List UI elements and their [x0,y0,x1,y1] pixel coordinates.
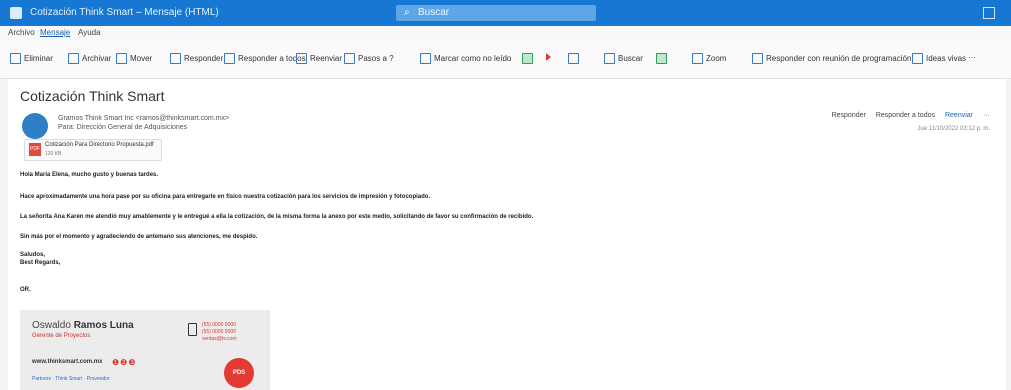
more-actions[interactable]: ··· [983,112,990,119]
signature-phone: (55) 0000 0000 [202,322,236,328]
signature-phone: (55) 0000 0000 [202,329,236,335]
partner-logos: Partners · Think Smart · Proveedor [32,376,110,382]
ribbon-more-button[interactable]: ··· [968,53,976,62]
search-placeholder: Buscar [418,7,450,18]
signature-name: Oswaldo Ramos Luna [32,320,134,331]
reply-all-icon [224,53,235,64]
mark-unread-button[interactable]: Marcar como no leído [420,53,511,64]
recipient-line: Para: Dirección General de Adquisiciones [58,124,188,131]
categorize-icon [522,53,533,64]
menu-mensaje[interactable]: Mensaje [40,28,70,37]
signature-card: Oswaldo Ramos Luna Gerente de Proyectos … [20,310,270,390]
signature-email: ventas@ts.com [202,336,237,342]
sender-avatar [22,113,48,139]
calendar-icon [752,53,763,64]
ellipsis-icon: ··· [968,53,976,62]
reply-icon [170,53,181,64]
search-icon: ⌕ [404,7,410,18]
sender-address[interactable]: Gramos Think Smart Inc <ramos@thinksmart… [58,115,229,122]
quick-steps-button[interactable]: Pasos a ? [344,53,394,64]
flag-button[interactable] [546,53,551,61]
categorize-button[interactable] [522,53,533,64]
find-button[interactable]: Buscar [604,53,643,64]
email-date: Jue 11/10/2022 03:12 p. m. [917,126,990,132]
window-control-button[interactable] [983,7,995,19]
reading-pane: Cotización Think Smart Gramos Think Smar… [8,79,1006,390]
more-icon [568,53,579,64]
signature-role: Gerente de Proyectos [32,333,91,339]
menu-bar: Archivo Mensaje Ayuda [0,26,1011,40]
move-button[interactable]: Mover [116,53,152,64]
more-options-button[interactable] [568,53,579,64]
search-icon [604,53,615,64]
ideas-icon [912,53,923,64]
reply-action[interactable]: Responder [832,112,866,119]
delete-button[interactable]: Eliminar [10,53,53,64]
menu-archivo[interactable]: Archivo [8,28,35,37]
body-paragraph: Sin más por el momento y agradeciendo de… [20,234,258,240]
translate-button[interactable] [656,53,667,64]
mail-icon [420,53,431,64]
body-paragraph: OR. [20,287,31,293]
email-subject: Cotización Think Smart [20,88,165,104]
phone-icon [188,323,197,336]
ribbon-toolbar: Eliminar Archivar Mover Responder Respon… [0,40,1011,79]
flag-icon [546,53,551,61]
trash-icon [10,53,21,64]
social-icons[interactable]: ❶❷❸ [112,358,137,367]
title-bar: Cotización Think Smart – Mensaje (HTML) … [0,0,1011,26]
message-actions: Responder Responder a todos Reenviar ··· [832,112,990,119]
ideas-button[interactable]: Ideas vivas [912,53,966,64]
signature-website[interactable]: www.thinksmart.com.mx [32,359,102,365]
body-paragraph: Best Regards, [20,260,61,266]
schedule-meeting-button[interactable]: Responder con reunión de programación [752,53,911,64]
window-title: Cotización Think Smart – Mensaje (HTML) [30,7,219,18]
company-badge: PDS [224,358,254,388]
attachment-size: 120 KB [45,151,62,157]
zoom-icon [692,53,703,64]
quick-steps-icon [344,53,355,64]
attachment-chip[interactable]: PDF Cotización Para Directorio Propuesta… [24,139,162,161]
menu-ayuda[interactable]: Ayuda [78,28,101,37]
outlook-app-icon [10,7,22,19]
archive-button[interactable]: Archivar [68,53,111,64]
reply-all-button[interactable]: Responder a todos [224,53,306,64]
body-paragraph: La señorita Ana Karen me atendió muy ama… [20,214,534,220]
pdf-icon: PDF [29,143,41,156]
reply-button[interactable]: Responder [170,53,223,64]
attachment-name: Cotización Para Directorio Propuesta.pdf [45,142,154,148]
zoom-button[interactable]: Zoom [692,53,726,64]
translate-icon [656,53,667,64]
reply-all-action[interactable]: Responder a todos [876,112,935,119]
forward-button[interactable]: Reenviar [296,53,342,64]
move-icon [116,53,127,64]
archive-icon [68,53,79,64]
forward-action[interactable]: Reenviar [945,112,973,119]
search-box[interactable]: ⌕ Buscar [396,5,596,21]
forward-icon [296,53,307,64]
body-paragraph: Hace aproximadamente una hora pase por s… [20,194,431,200]
body-paragraph: Saludos, [20,252,46,258]
body-paragraph: Hola María Elena, mucho gusto y buenas t… [20,172,159,178]
